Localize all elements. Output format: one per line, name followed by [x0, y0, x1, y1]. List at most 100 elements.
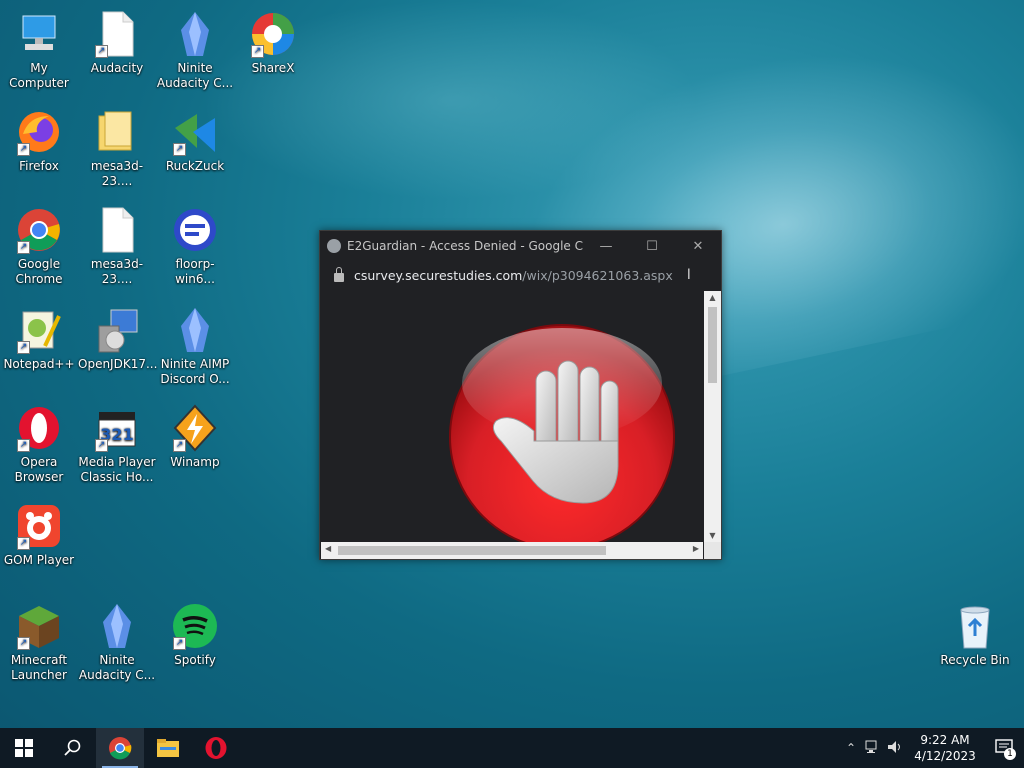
desktop-icon-floorp[interactable]: floorp-win6... [156, 206, 234, 287]
icon-label: Opera Browser [14, 455, 64, 484]
icon-label: Spotify [174, 653, 216, 667]
icon-label: Media Player Classic Ho... [78, 455, 156, 484]
icon-label: Ninite AIMP Discord O... [160, 357, 230, 386]
desktop-icon-minecraft-launcher[interactable]: ↗ Minecraft Launcher [0, 602, 78, 683]
scroll-right-icon[interactable]: ▶ [693, 544, 699, 553]
scroll-up-icon[interactable]: ▲ [704, 293, 721, 302]
horizontal-scroll-thumb[interactable] [338, 546, 606, 555]
mpc-icon: 321 ↗ [93, 404, 141, 452]
text-cursor-icon: I [686, 267, 691, 283]
vertical-scrollbar[interactable]: ▲ ▼ [704, 291, 721, 542]
desktop-icon-mesa3d-folder[interactable]: mesa3d-23.... [78, 108, 156, 189]
chrome-icon: ↗ [15, 206, 63, 254]
notepadpp-icon: ↗ [15, 306, 63, 354]
minecraft-icon: ↗ [15, 602, 63, 650]
icon-label: My Computer [9, 61, 69, 90]
url-host: csurvey.securestudies.com [354, 267, 523, 283]
icon-label: Minecraft Launcher [10, 653, 68, 682]
clock-time: 9:22 AM [920, 733, 970, 747]
icon-label: GOM Player [3, 553, 75, 567]
search-icon [64, 739, 81, 756]
file-explorer-icon [157, 739, 179, 757]
icon-label: floorp-win6... [175, 257, 215, 286]
clock-date: 4/12/2023 [914, 749, 976, 763]
ninite-icon [171, 306, 219, 354]
window-title: E2Guardian - Access Denied - Google Chro… [347, 239, 583, 253]
clock[interactable]: 9:22 AM 4/12/2023 [906, 732, 984, 764]
notification-button[interactable]: 1 [984, 738, 1024, 760]
desktop-icon-ninite-audacity-2[interactable]: Ninite Audacity C... [78, 602, 156, 683]
ninite-icon [93, 602, 141, 650]
icon-label: mesa3d-23.... [90, 159, 144, 188]
desktop-icon-opera-browser[interactable]: ↗ Opera Browser [0, 404, 78, 485]
file-icon: ↗ [93, 10, 141, 58]
window-titlebar[interactable]: E2Guardian - Access Denied - Google Chro… [320, 231, 721, 261]
file-icon [93, 206, 141, 254]
chrome-icon [109, 737, 132, 760]
desktop-icon-ninite-aimp[interactable]: Ninite AIMP Discord O... [156, 306, 234, 387]
network-icon[interactable] [862, 740, 884, 757]
taskbar-file-explorer[interactable] [144, 728, 192, 768]
computer-icon [15, 10, 63, 58]
icon-label: Audacity [90, 61, 144, 75]
desktop-icon-mesa3d-file[interactable]: mesa3d-23.... [78, 206, 156, 287]
icon-label: Ninite Audacity C... [78, 653, 156, 682]
desktop-icon-openjdk[interactable]: OpenJDK17... [78, 306, 158, 372]
volume-icon[interactable] [884, 740, 906, 757]
desktop-icon-media-player-classic[interactable]: 321 ↗ Media Player Classic Ho... [78, 404, 156, 485]
desktop-icon-firefox[interactable]: ↗ Firefox [0, 108, 78, 174]
taskbar: ⌃ 9:22 AM 4/12/2023 1 [0, 728, 1024, 768]
spotify-icon: ↗ [171, 602, 219, 650]
icon-label: Google Chrome [15, 257, 63, 286]
horizontal-scrollbar[interactable]: ◀ ▶ [321, 542, 703, 559]
icon-label: OpenJDK17... [78, 357, 158, 371]
winamp-icon: ↗ [171, 404, 219, 452]
url-path: /wix/p3094621063.aspx [522, 267, 673, 283]
desktop-icon-sharex[interactable]: ↗ ShareX [234, 10, 312, 76]
vertical-scroll-thumb[interactable] [708, 307, 717, 383]
maximize-button[interactable]: ☐ [629, 239, 675, 254]
desktop-icon-audacity[interactable]: ↗ Audacity [78, 10, 156, 76]
chevron-up-icon[interactable]: ⌃ [840, 741, 862, 755]
desktop-icon-ruckzuck[interactable]: ↗ RuckZuck [156, 108, 234, 174]
close-button[interactable]: ✕ [675, 239, 721, 254]
desktop-icon-gom-player[interactable]: ↗ GOM Player [0, 502, 78, 568]
ninite-icon [171, 10, 219, 58]
globe-icon [327, 239, 341, 253]
floorp-icon [171, 206, 219, 254]
icon-label: ShareX [251, 61, 295, 75]
icon-label: mesa3d-23.... [90, 257, 144, 286]
browser-window[interactable]: E2Guardian - Access Denied - Google Chro… [319, 230, 722, 560]
icon-label: Ninite Audacity C... [156, 61, 234, 90]
desktop-icon-winamp[interactable]: ↗ Winamp [156, 404, 234, 470]
desktop-icon-google-chrome[interactable]: ↗ Google Chrome [0, 206, 78, 287]
folder-icon [93, 108, 141, 156]
desktop-icon-spotify[interactable]: ↗ Spotify [156, 602, 234, 668]
gom-icon: ↗ [15, 502, 63, 550]
page-content[interactable] [321, 291, 703, 542]
scroll-down-icon[interactable]: ▼ [704, 531, 721, 540]
scroll-left-icon[interactable]: ◀ [325, 544, 331, 553]
icon-label: RuckZuck [165, 159, 225, 173]
scroll-corner [704, 542, 721, 559]
desktop-icon-recycle-bin[interactable]: Recycle Bin [936, 602, 1014, 668]
minimize-button[interactable]: — [583, 239, 629, 254]
desktop-icon-ninite-audacity[interactable]: Ninite Audacity C... [156, 10, 234, 91]
desktop-icon-notepadpp[interactable]: ↗ Notepad++ [0, 306, 78, 372]
address-bar[interactable]: csurvey.securestudies.com/wix/p309462106… [320, 261, 721, 289]
icon-label: Notepad++ [3, 357, 75, 371]
opera-icon [205, 737, 227, 759]
notification-badge: 1 [1004, 747, 1016, 760]
start-button[interactable] [0, 728, 48, 768]
taskbar-chrome[interactable] [96, 728, 144, 768]
taskbar-opera[interactable] [192, 728, 240, 768]
firefox-icon: ↗ [15, 108, 63, 156]
stop-hand-icon [449, 324, 675, 542]
icon-label: Recycle Bin [940, 653, 1010, 667]
search-button[interactable] [48, 728, 96, 768]
recycle-bin-icon [951, 602, 999, 650]
desktop-icon-my-computer[interactable]: My Computer [0, 10, 78, 91]
lock-icon [334, 266, 344, 282]
icon-label: Firefox [19, 159, 59, 173]
icon-label: Winamp [170, 455, 220, 469]
